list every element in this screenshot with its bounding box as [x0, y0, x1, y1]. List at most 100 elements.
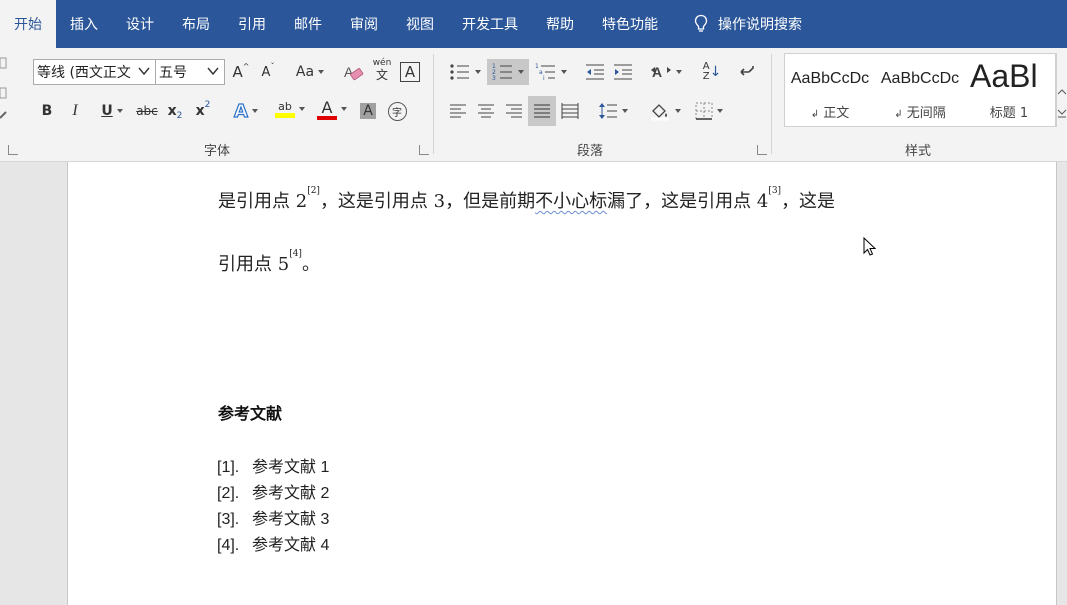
superscript-glyph: x [195, 103, 205, 119]
text-run: 漏了，这是引用点 4 [607, 191, 769, 212]
document-page[interactable]: 是引用点 2[2]，这是引用点 3，但是前期不小心标漏了，这是引用点 4[3]，… [67, 162, 1057, 605]
tab-mailings[interactable]: 邮件 [280, 0, 336, 48]
italic-glyph: I [72, 102, 78, 119]
styles-gallery: AaBbCcDc ↲ 正文 AaBbCcDc ↲ 无间隔 AaBl 标题 1 [784, 53, 1056, 127]
increase-indent-button[interactable] [611, 59, 635, 85]
style-heading-1[interactable]: AaBl 标题 1 [970, 54, 1055, 126]
shrink-arrow-icon: ˇ [270, 61, 275, 71]
justify-button[interactable] [528, 96, 556, 126]
align-center-button[interactable] [475, 98, 497, 124]
superscript-small: 2 [204, 100, 211, 110]
style-normal[interactable]: AaBbCcDc ↲ 正文 [790, 54, 870, 126]
group-divider [433, 54, 434, 154]
font-name-dropdown[interactable]: 等线 (西文正文 [33, 59, 156, 85]
styles-scroll-arrows-icon [1057, 89, 1067, 118]
subscript-button[interactable]: x2 [164, 98, 186, 124]
char-border-glyph: A [400, 62, 420, 82]
search-label: 操作说明搜索 [718, 17, 802, 33]
tab-label: 开发工具 [462, 17, 518, 33]
paragraph-line-1: 是引用点 2[2]，这是引用点 3，但是前期不小心标漏了，这是引用点 4[3]，… [218, 186, 836, 213]
borders-button[interactable] [690, 98, 728, 124]
style-no-spacing[interactable]: AaBbCcDc ↲ 无间隔 [880, 54, 960, 126]
tab-view[interactable]: 视图 [392, 0, 448, 48]
bold-button[interactable]: B [36, 98, 58, 124]
show-formatting-button[interactable] [735, 59, 759, 85]
tab-help[interactable]: 帮助 [532, 0, 588, 48]
highlight-color-button[interactable]: ab [270, 96, 310, 122]
tab-label: 审阅 [350, 17, 378, 33]
grow-font-glyph: A [232, 63, 243, 81]
caret-down-icon [116, 109, 123, 113]
grow-font-button[interactable]: A ^ [230, 59, 252, 85]
tab-label: 插入 [70, 17, 98, 33]
sort-button[interactable]: A Z ↓ [700, 59, 724, 85]
phonetic-guide-button[interactable]: wén 文 [370, 57, 394, 83]
shrink-font-button[interactable]: Aˇ [257, 59, 279, 85]
style-name: ↲ 正文 [810, 106, 850, 121]
reference-text: 参考文献 4 [252, 537, 330, 554]
enclose-glyph: 字 [387, 101, 407, 121]
caret-down-icon [622, 109, 628, 113]
chinese-layout-button[interactable]: A [647, 59, 685, 85]
underline-button[interactable]: U [92, 98, 132, 124]
paragraph-dialog-launcher-icon[interactable] [757, 145, 767, 155]
strikethrough-button[interactable]: abc [135, 98, 159, 124]
justify-icon [534, 104, 550, 118]
tab-design[interactable]: 设计 [112, 0, 168, 48]
font-size-dropdown[interactable]: 五号 [155, 59, 225, 85]
mouse-pointer-icon [863, 237, 877, 256]
character-shading-button[interactable]: A [357, 98, 379, 124]
font-dialog-launcher-icon[interactable] [419, 145, 429, 155]
decrease-indent-button[interactable] [583, 59, 607, 85]
phonetic-pinyin: wén [372, 58, 392, 68]
clear-formatting-button[interactable]: A [341, 59, 365, 85]
align-left-button[interactable] [447, 98, 469, 124]
tab-review[interactable]: 审阅 [336, 0, 392, 48]
text-effects-button[interactable]: A [228, 98, 264, 124]
caret-down-icon [299, 107, 305, 111]
superscript-button[interactable]: x2 [192, 98, 214, 124]
font-color-swatch [317, 115, 337, 120]
subscript-small: 2 [176, 111, 183, 121]
tab-insert[interactable]: 插入 [56, 0, 112, 48]
shading-button[interactable] [646, 98, 684, 124]
character-border-button[interactable]: A [398, 59, 422, 85]
clipboard-dialog-launcher-icon[interactable] [8, 145, 18, 155]
enclose-characters-button[interactable]: 字 [385, 98, 409, 124]
grammar-flagged-text[interactable]: 不小心标 [535, 191, 607, 212]
tab-label: 引用 [238, 17, 266, 33]
tab-references[interactable]: 引用 [224, 0, 280, 48]
tab-developer[interactable]: 开发工具 [448, 0, 532, 48]
caret-down-icon [676, 70, 682, 74]
char-shading-glyph: A [360, 103, 376, 119]
tab-layout[interactable]: 布局 [168, 0, 224, 48]
tab-label: 视图 [406, 17, 434, 33]
tab-label: 帮助 [546, 17, 574, 33]
reference-text: 参考文献 2 [252, 485, 330, 502]
caret-down-icon [341, 107, 347, 111]
caret-down-icon [318, 70, 325, 74]
multilevel-list-button[interactable]: 1ai [532, 59, 570, 85]
italic-button[interactable]: I [64, 98, 86, 124]
change-case-button[interactable]: Aa [290, 59, 330, 85]
highlight-swatch [275, 112, 295, 118]
align-right-button[interactable] [503, 98, 525, 124]
tab-special-features[interactable]: 特色功能 [588, 0, 672, 48]
tell-me-search[interactable]: 操作说明搜索 [680, 0, 816, 48]
distributed-button[interactable] [559, 98, 581, 124]
style-sample: AaBl [970, 58, 1038, 94]
line-spacing-button[interactable] [594, 98, 632, 124]
caret-down-icon [561, 70, 567, 74]
tab-home[interactable]: 开始 [0, 0, 56, 48]
decrease-indent-icon [586, 64, 604, 80]
font-name-value: 等线 (西文正文 [37, 65, 131, 81]
numbering-button[interactable]: 123 [487, 59, 529, 85]
ribbon-home: 等线 (西文正文 五号 A ^ Aˇ Aa A wén 文 A B I U abc… [0, 48, 1067, 162]
styles-scrollbar[interactable] [1056, 53, 1067, 127]
bullets-button[interactable] [446, 59, 484, 85]
font-color-button[interactable]: A [312, 96, 352, 122]
tab-label: 特色功能 [602, 17, 658, 33]
distributed-align-icon [561, 103, 579, 119]
text-run: ，这是 [781, 191, 836, 212]
highlight-glyph: ab [278, 99, 292, 113]
